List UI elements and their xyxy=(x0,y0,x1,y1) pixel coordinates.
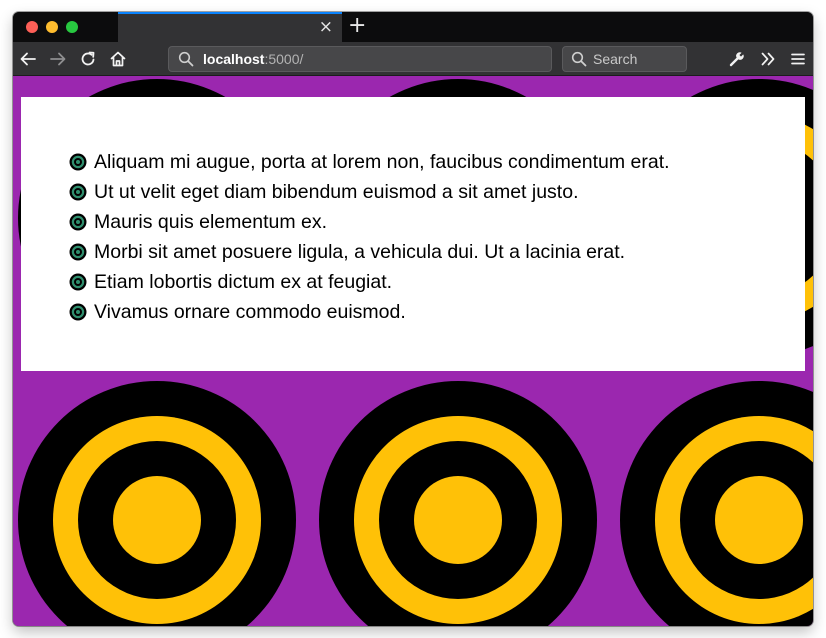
list-item-text: Vivamus ornare commodo euismod. xyxy=(94,300,406,323)
background-target-circle xyxy=(319,381,597,626)
list-item-text: Etiam lobortis dictum ex at feugiat. xyxy=(94,270,393,293)
wrench-icon xyxy=(729,52,744,67)
background-target-circle xyxy=(18,381,296,626)
target-bullet-icon xyxy=(69,303,87,321)
content-card: Aliquam mi augue, porta at lorem non, fa… xyxy=(21,97,805,371)
list-item: Mauris quis elementum ex. xyxy=(69,207,670,237)
search-icon xyxy=(178,51,194,67)
background-target-circle xyxy=(620,381,813,626)
target-bullet-icon xyxy=(69,273,87,291)
list-item: Etiam lobortis dictum ex at feugiat. xyxy=(69,267,670,297)
url-bar[interactable]: localhost:5000/ xyxy=(168,46,552,72)
back-arrow-icon xyxy=(20,52,36,66)
search-input[interactable] xyxy=(593,49,683,69)
browser-window: × + localhost:5000/ Search Aliquam mi au… xyxy=(13,12,813,626)
title-bar: × + xyxy=(13,12,813,42)
back-button[interactable] xyxy=(16,47,40,71)
home-icon xyxy=(110,51,126,67)
tab-close-icon[interactable]: × xyxy=(319,19,333,36)
forward-button[interactable] xyxy=(46,47,70,71)
page-content: Aliquam mi augue, porta at lorem non, fa… xyxy=(13,76,813,626)
navigation-toolbar: localhost:5000/ xyxy=(13,42,813,76)
url-path: :5000/ xyxy=(264,51,304,67)
reload-button[interactable] xyxy=(76,47,100,71)
list-item: Vivamus ornare commodo euismod. xyxy=(69,297,670,327)
forward-arrow-icon xyxy=(50,52,66,66)
maximize-window-button[interactable] xyxy=(66,21,78,33)
url-text[interactable]: localhost:5000/ xyxy=(203,51,303,68)
list-item-text: Ut ut velit eget diam bibendum euismod a… xyxy=(94,180,579,203)
list-item: Morbi sit amet posuere ligula, a vehicul… xyxy=(69,237,670,267)
active-tab[interactable]: × xyxy=(118,12,342,42)
chevrons-right-icon xyxy=(761,52,775,66)
bullet-list: Aliquam mi augue, porta at lorem non, fa… xyxy=(69,147,670,327)
target-bullet-icon xyxy=(69,243,87,261)
minimize-window-button[interactable] xyxy=(46,21,58,33)
list-item-text: Morbi sit amet posuere ligula, a vehicul… xyxy=(94,240,626,263)
search-bar[interactable] xyxy=(562,46,687,72)
reload-icon xyxy=(81,51,95,66)
url-host: localhost xyxy=(203,51,265,67)
hamburger-menu-icon xyxy=(791,53,805,65)
new-tab-button[interactable]: + xyxy=(348,14,366,38)
list-item-text: Aliquam mi augue, porta at lorem non, fa… xyxy=(94,150,670,173)
home-button[interactable] xyxy=(106,47,130,71)
menu-button[interactable] xyxy=(786,47,810,71)
list-item-text: Mauris quis elementum ex. xyxy=(94,210,328,233)
list-item: Aliquam mi augue, porta at lorem non, fa… xyxy=(69,147,670,177)
target-bullet-icon xyxy=(69,153,87,171)
close-window-button[interactable] xyxy=(26,21,38,33)
target-bullet-icon xyxy=(69,213,87,231)
target-bullet-icon xyxy=(69,183,87,201)
tools-button[interactable] xyxy=(725,47,749,71)
list-item: Ut ut velit eget diam bibendum euismod a… xyxy=(69,177,670,207)
search-icon xyxy=(571,51,587,67)
overflow-button[interactable] xyxy=(756,47,780,71)
